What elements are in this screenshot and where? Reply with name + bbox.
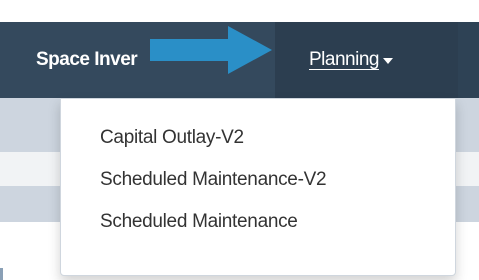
right-arrow-icon <box>150 26 272 74</box>
nav-item-label: Space Inver <box>36 49 138 70</box>
top-margin <box>0 0 479 22</box>
menu-item-scheduled-maintenance[interactable]: Scheduled Maintenance <box>61 201 455 243</box>
app-screen: Space Inver Planning Capital Outlay-V2 S… <box>0 0 479 280</box>
divider <box>0 268 3 280</box>
menu-item-scheduled-maintenance-v2[interactable]: Scheduled Maintenance-V2 <box>61 159 455 201</box>
planning-dropdown-menu: Capital Outlay-V2 Scheduled Maintenance-… <box>60 98 456 276</box>
menu-item-capital-outlay-v2[interactable]: Capital Outlay-V2 <box>61 117 455 159</box>
nav-item-planning[interactable]: Planning <box>275 22 458 98</box>
nav-item-label: Planning <box>309 49 379 70</box>
navbar-edge <box>458 22 479 98</box>
caret-down-icon <box>382 58 393 64</box>
nav-item-space-inventory[interactable]: Space Inver <box>36 22 138 98</box>
